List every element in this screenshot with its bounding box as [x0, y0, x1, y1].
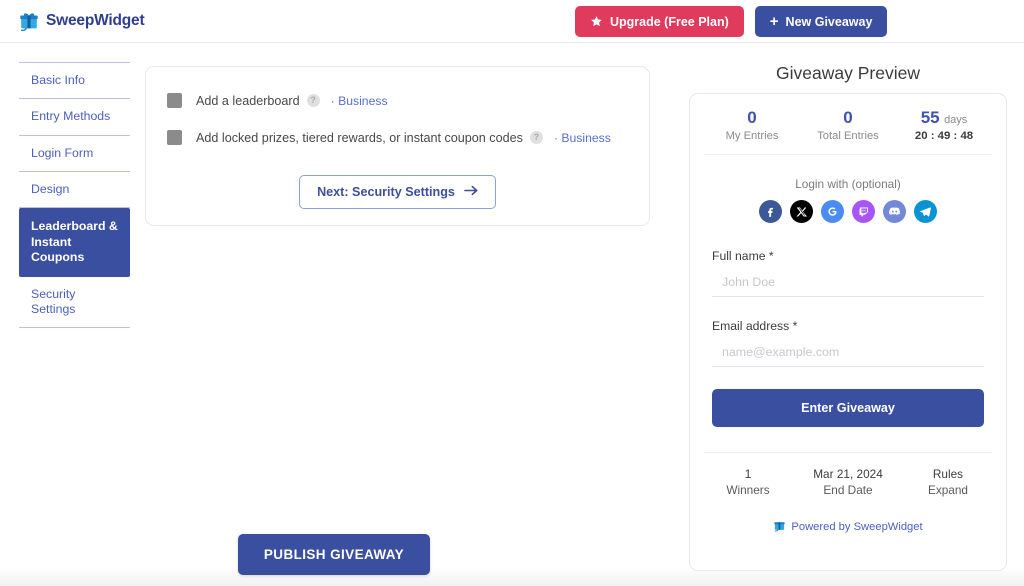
leaderboard-checkbox[interactable] — [167, 93, 182, 108]
end-date-value: Mar 21, 2024 — [813, 467, 883, 482]
gift-box-icon — [773, 519, 786, 535]
publish-row: PUBLISH GIVEAWAY — [0, 534, 668, 575]
twitch-icon[interactable] — [852, 200, 875, 224]
sidebar-nav: Basic Info Entry Methods Login Form Desi… — [19, 62, 130, 329]
countdown-days-row: 55 days — [896, 108, 992, 128]
stat-countdown: 55 days 20 : 49 : 48 — [896, 108, 992, 142]
powered-by-link[interactable]: Powered by SweepWidget — [690, 519, 1006, 535]
arrow-right-icon — [464, 185, 478, 199]
locked-prizes-label: Add locked prizes, tiered rewards, or in… — [196, 130, 523, 145]
discord-icon[interactable] — [883, 200, 906, 224]
google-icon[interactable] — [821, 200, 844, 224]
plus-icon: + — [769, 13, 779, 30]
app-page: SweepWidget Upgrade (Free Plan) + New Gi… — [0, 0, 1024, 586]
gift-box-icon — [18, 10, 40, 32]
end-date-label: End Date — [823, 483, 873, 498]
login-with-label: Login with (optional) — [795, 177, 901, 192]
email-label: Email address * — [712, 319, 798, 334]
rules-value: Rules — [932, 467, 964, 482]
stat-my-entries: 0 My Entries — [704, 108, 800, 142]
leaderboard-label: Add a leaderboard — [196, 93, 300, 108]
rules-expand-label: Expand — [927, 483, 968, 498]
telegram-icon[interactable] — [914, 200, 937, 224]
option-row-locked-prizes: Add locked prizes, tiered rewards, or in… — [146, 130, 649, 145]
winners-value: 1 — [744, 467, 752, 482]
countdown-days-label: days — [944, 114, 968, 126]
app-header: SweepWidget Upgrade (Free Plan) + New Gi… — [0, 0, 1024, 43]
email-input[interactable] — [712, 333, 984, 368]
preview-footer: 1 Winners Mar 21, 2024 End Date Rules Ex… — [690, 453, 1006, 497]
new-giveaway-button[interactable]: + New Giveaway — [754, 6, 888, 37]
question-mark-icon[interactable]: ? — [306, 94, 320, 107]
powered-by-label: Powered by SweepWidget — [791, 521, 923, 534]
business-badge-leaderboard[interactable]: · Business — [331, 94, 388, 108]
my-entries-label: My Entries — [725, 130, 779, 143]
x-twitter-icon[interactable] — [790, 200, 813, 224]
locked-prizes-checkbox[interactable] — [167, 130, 182, 145]
footer-rules[interactable]: Rules Expand — [898, 467, 998, 497]
full-name-input[interactable] — [712, 263, 984, 298]
enter-giveaway-row: Enter Giveaway — [712, 389, 984, 428]
new-giveaway-button-label: New Giveaway — [785, 14, 873, 29]
star-icon — [590, 15, 603, 28]
full-name-field-group: Full name * — [712, 249, 984, 298]
option-row-leaderboard: Add a leaderboard ? · Business — [146, 93, 649, 108]
business-badge-locked-prizes[interactable]: · Business — [554, 131, 611, 145]
total-entries-label: Total Entries — [817, 130, 879, 143]
total-entries-value: 0 — [843, 108, 853, 127]
sidebar-item-security-settings[interactable]: Security Settings — [19, 277, 130, 328]
social-login-row — [690, 200, 1006, 224]
facebook-icon[interactable] — [759, 200, 782, 224]
sidebar-item-login-form[interactable]: Login Form — [19, 136, 130, 171]
preview-stats: 0 My Entries 0 Total Entries 55 days 20 … — [690, 94, 1006, 154]
brand-logo[interactable]: SweepWidget — [18, 10, 145, 32]
sidebar-divider — [19, 327, 130, 329]
countdown-clock: 20 : 49 : 48 — [914, 130, 974, 142]
footer-end-date: Mar 21, 2024 End Date — [798, 467, 898, 497]
preview-divider — [704, 154, 992, 156]
header-actions: Upgrade (Free Plan) + New Giveaway — [575, 6, 888, 37]
enter-giveaway-button[interactable]: Enter Giveaway — [712, 389, 984, 428]
sidebar-item-basic-info[interactable]: Basic Info — [19, 63, 130, 98]
settings-card: Add a leaderboard ? · Business Add locke… — [145, 66, 650, 226]
sidebar-item-design[interactable]: Design — [19, 172, 130, 207]
next-button-row: Next: Security Settings — [146, 175, 649, 209]
upgrade-button-label: Upgrade (Free Plan) — [610, 14, 729, 29]
publish-giveaway-button[interactable]: PUBLISH GIVEAWAY — [237, 534, 431, 575]
countdown-days-value: 55 — [920, 108, 940, 127]
next-button-label: Next: Security Settings — [317, 185, 455, 199]
sidebar-item-leaderboard-instant-coupons[interactable]: Leaderboard & Instant Coupons — [19, 208, 130, 277]
email-field-group: Email address * — [712, 319, 984, 368]
giveaway-preview-card: 0 My Entries 0 Total Entries 55 days 20 … — [689, 93, 1007, 571]
upgrade-button[interactable]: Upgrade (Free Plan) — [575, 6, 744, 37]
stat-total-entries: 0 Total Entries — [800, 108, 896, 142]
preview-title: Giveaway Preview — [776, 63, 920, 83]
my-entries-value: 0 — [747, 108, 757, 127]
sidebar-item-entry-methods[interactable]: Entry Methods — [19, 99, 130, 134]
next-security-settings-button[interactable]: Next: Security Settings — [299, 175, 496, 209]
question-mark-icon[interactable]: ? — [529, 131, 543, 144]
full-name-label: Full name * — [712, 249, 774, 264]
winners-label: Winners — [726, 483, 770, 498]
brand-name: SweepWidget — [46, 12, 145, 29]
footer-winners: 1 Winners — [698, 467, 798, 497]
